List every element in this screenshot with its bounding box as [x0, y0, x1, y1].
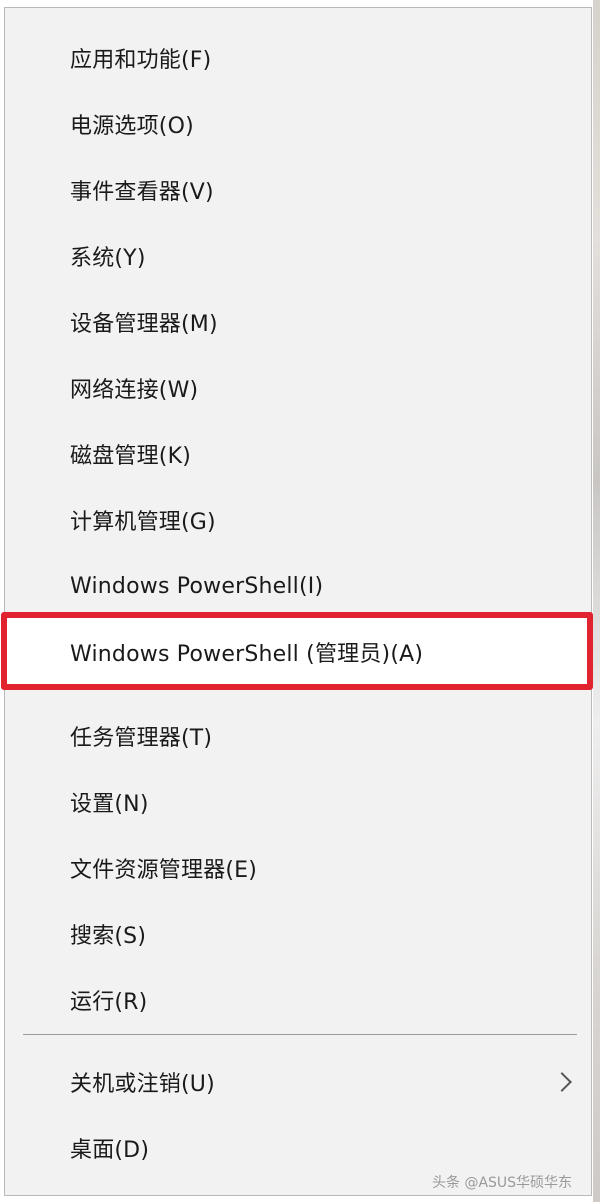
menu-item-event-viewer[interactable]: 事件查看器(V): [5, 157, 591, 223]
menu-item-label: 计算机管理(G): [70, 510, 216, 535]
menu-item-label: 系统(Y): [70, 246, 146, 271]
menu-item-settings[interactable]: 设置(N): [5, 769, 591, 835]
menu-item-label: 网络连接(W): [70, 378, 199, 403]
menu-item-label: 应用和功能(F): [70, 48, 212, 73]
menu-item-label: 磁盘管理(K): [70, 444, 191, 469]
chevron-right-icon: [552, 1072, 572, 1092]
menu-item-disk-management[interactable]: 磁盘管理(K): [5, 421, 591, 487]
menu-item-search[interactable]: 搜索(S): [5, 901, 591, 967]
menu-item-windows-powershell-admin[interactable]: Windows PowerShell (管理员)(A): [5, 619, 591, 685]
menu-item-run[interactable]: 运行(R): [5, 967, 591, 1033]
menu-item-label: 关机或注销(U): [70, 1072, 215, 1097]
menu-item-label: 搜索(S): [70, 924, 147, 949]
menu-item-label: 文件资源管理器(E): [70, 858, 258, 883]
menu-item-label: Windows PowerShell (管理员)(A): [70, 642, 424, 667]
menu-item-system[interactable]: 系统(Y): [5, 223, 591, 289]
menu-item-power-options[interactable]: 电源选项(O): [5, 91, 591, 157]
winx-context-menu: 应用和功能(F) 电源选项(O) 事件查看器(V) 系统(Y) 设备管理器(M)…: [1, 7, 593, 1196]
menu-item-task-manager[interactable]: 任务管理器(T): [5, 703, 591, 769]
desktop-edge-strip: [593, 0, 600, 1202]
menu-item-label: 桌面(D): [70, 1138, 150, 1163]
menu-item-windows-powershell[interactable]: Windows PowerShell(I): [5, 553, 591, 619]
watermark: 头条 @ASUS华硕华东: [432, 1175, 573, 1191]
menu-item-shutdown-or-signout[interactable]: 关机或注销(U): [5, 1049, 591, 1115]
menu-item-computer-management[interactable]: 计算机管理(G): [5, 487, 591, 553]
menu-item-label: 事件查看器(V): [70, 180, 214, 205]
menu-item-apps-and-features[interactable]: 应用和功能(F): [5, 25, 591, 91]
menu-item-device-manager[interactable]: 设备管理器(M): [5, 289, 591, 355]
menu-item-label: Windows PowerShell(I): [70, 573, 324, 599]
menu-item-label: 运行(R): [70, 990, 148, 1015]
menu-item-label: 电源选项(O): [70, 114, 194, 139]
menu-item-network-connections[interactable]: 网络连接(W): [5, 355, 591, 421]
menu-item-label: 设置(N): [70, 792, 149, 817]
menu-divider: [23, 1034, 577, 1035]
menu-item-file-explorer[interactable]: 文件资源管理器(E): [5, 835, 591, 901]
menu-item-label: 设备管理器(M): [70, 312, 218, 337]
menu-item-label: 任务管理器(T): [70, 726, 213, 751]
